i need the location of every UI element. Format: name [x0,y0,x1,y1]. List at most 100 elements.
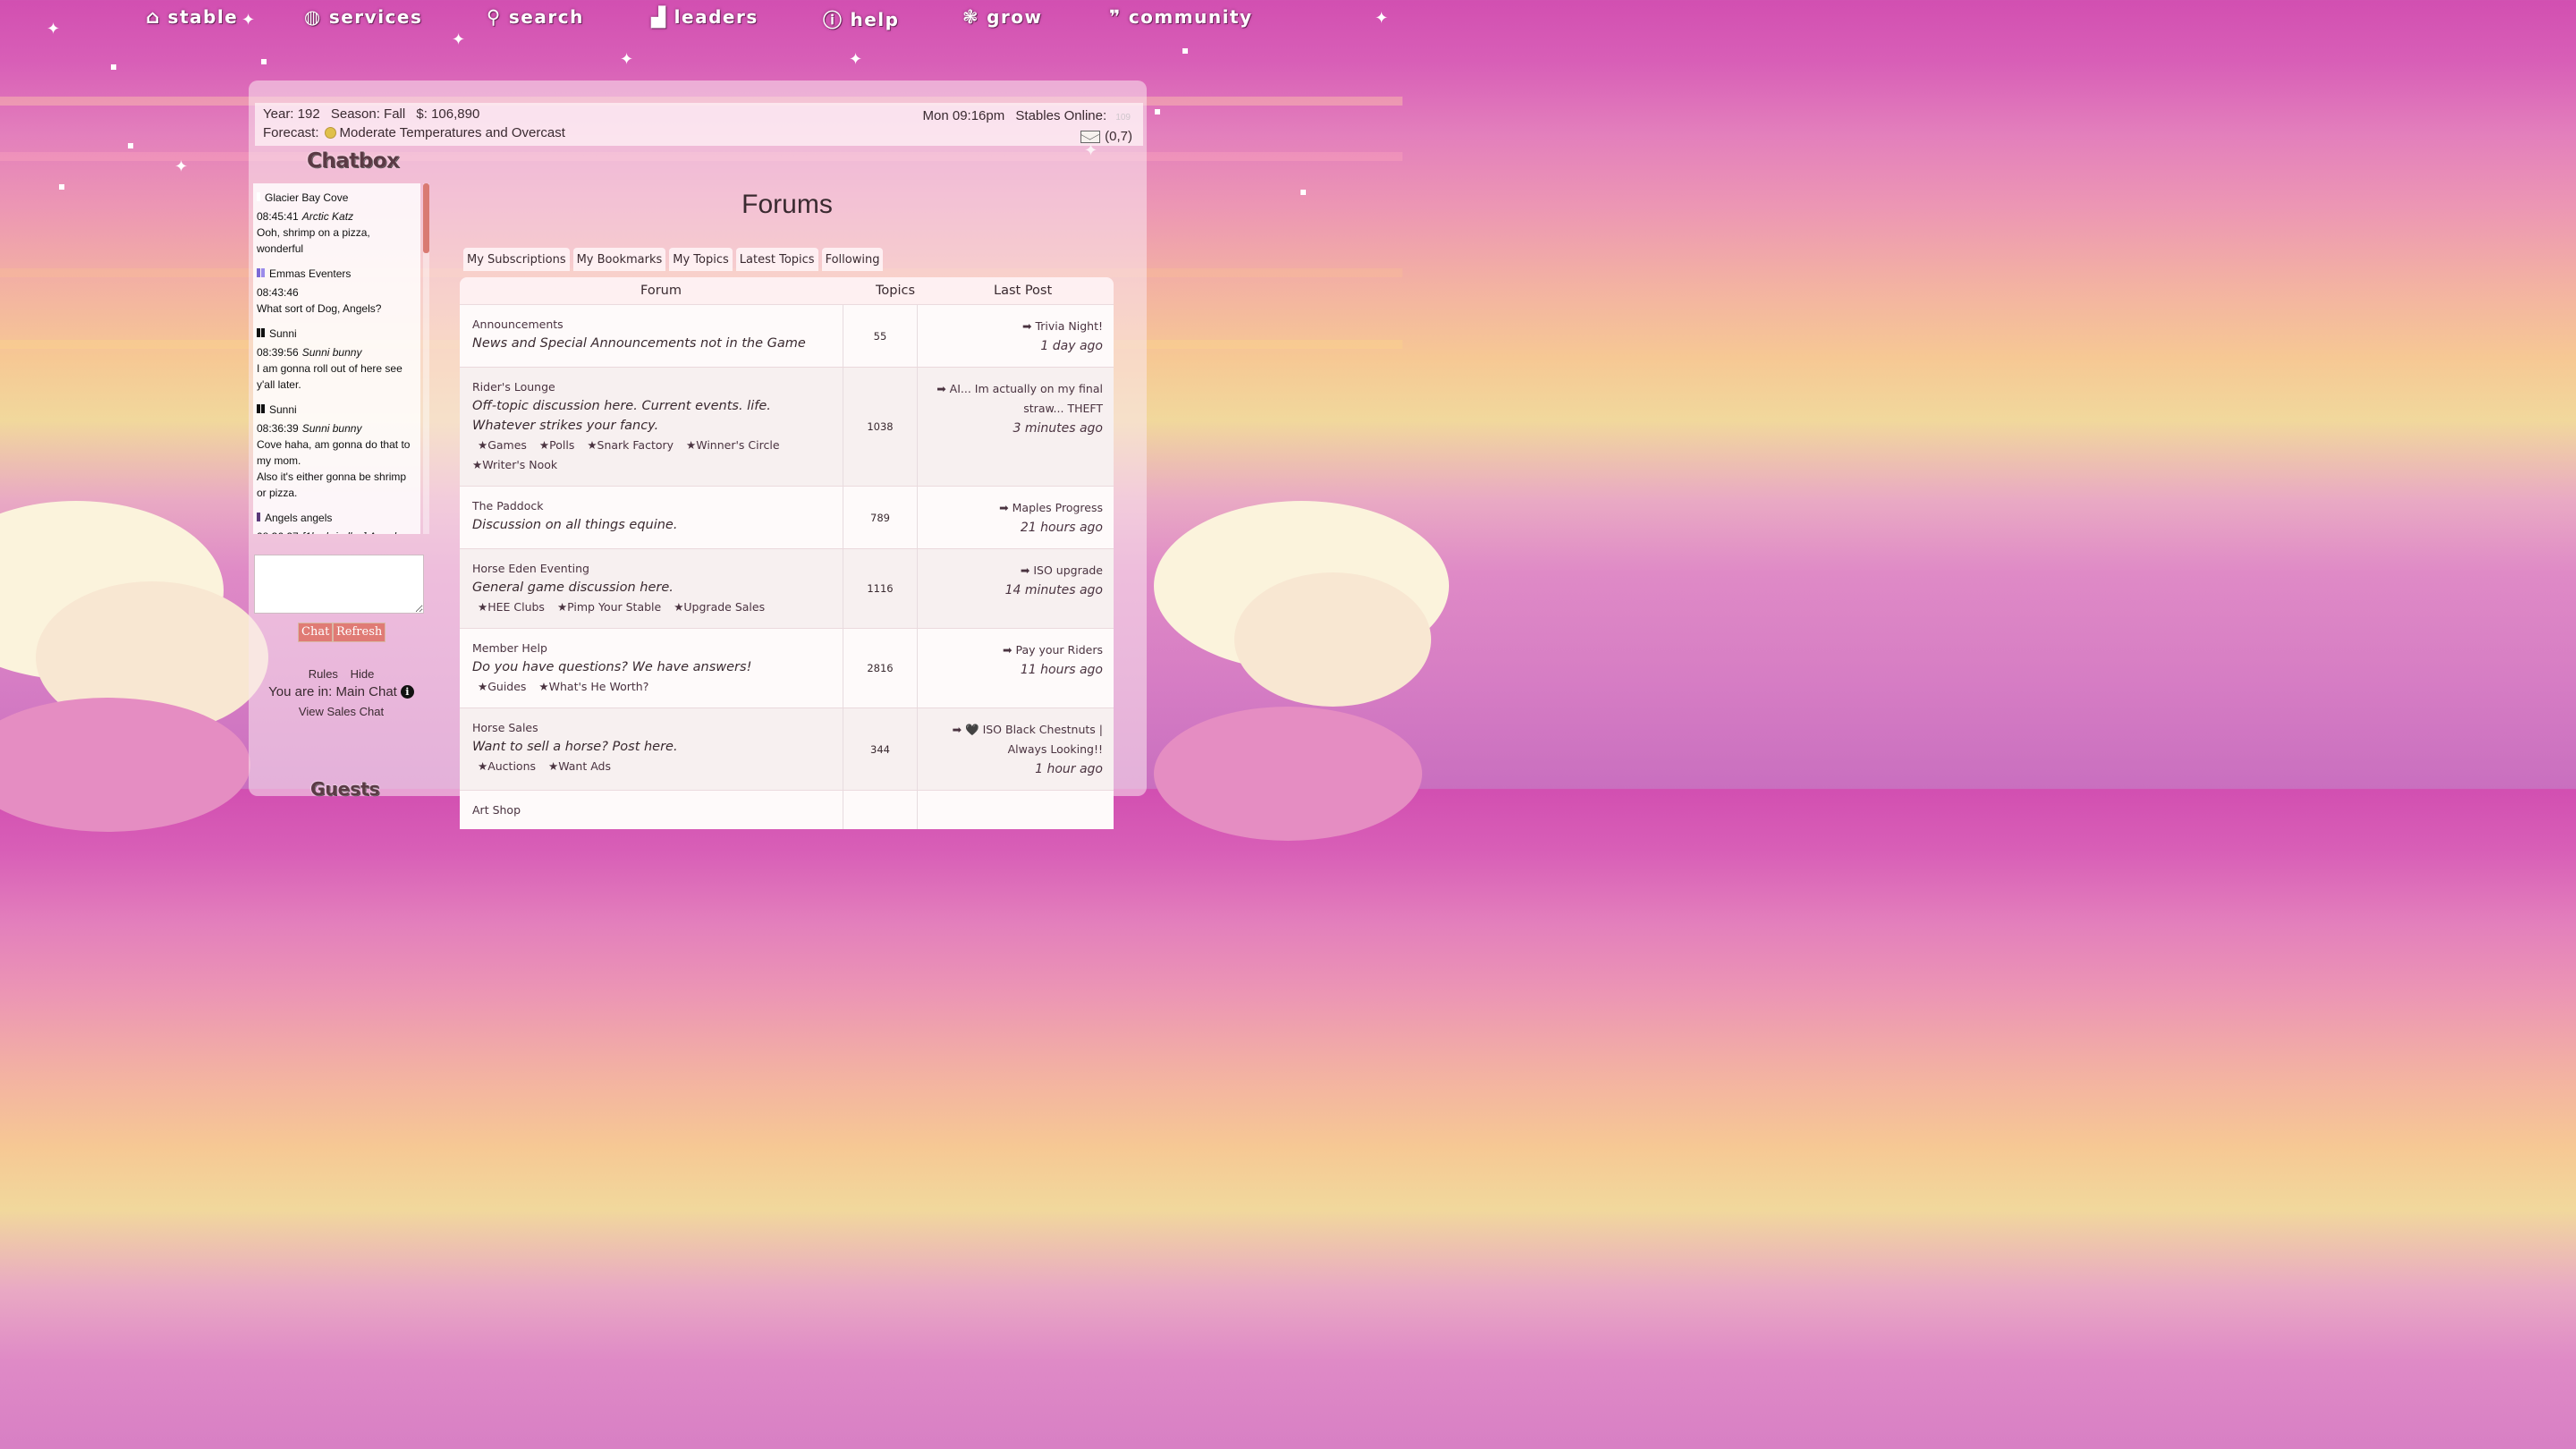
forum-row: The Paddock Discussion on all things equi… [460,486,1114,548]
table-header: Forum Topics Last Post [460,277,1114,304]
info-icon: ⓘ [823,10,843,31]
top-nav: ⌂ stable ◍ services ⚲ search ▟ leaders ⓘ… [0,0,1402,39]
subforum-link[interactable]: ★Games [478,438,527,452]
stable-flag-icon [257,266,266,282]
rules-link[interactable]: Rules [309,667,338,681]
last-post-link[interactable]: ➡ Pay your Riders [927,640,1103,660]
subforum-link[interactable]: ★Guides [478,680,526,693]
chat-text: Cove haha, am gonna do that to my mom. A… [257,438,411,499]
chat-author[interactable]: Angels angels [257,510,417,526]
forum-name-link[interactable]: Horse Sales [472,720,830,736]
subforum-list: ★HEE Clubs ★Pimp Your Stable ★Upgrade Sa… [472,597,830,617]
chat-timestamp: 08:39:56 Sunni bunny [257,344,417,360]
last-post-link[interactable]: ➡ Trivia Night! [927,317,1103,336]
subforum-link[interactable]: ★Snark Factory [587,438,674,452]
forecast: Forecast: Moderate Temperatures and Over… [263,125,565,140]
info-icon[interactable]: i [400,685,414,699]
last-post-link[interactable]: ➡ AI... Im actually on my final straw...… [927,379,1103,419]
year-label: Year: 192 [263,106,320,122]
chat-timestamp: 08:45:41 Arctic Katz [257,208,417,225]
chat-message: Emmas Eventers 08:43:46 What sort of Dog, … [253,266,420,326]
chat-author[interactable]: Emmas Eventers [257,266,417,282]
subforum-link[interactable]: ★Pimp Your Stable [557,600,661,614]
server-info: Mon 09:16pm Stables Online: 109 [923,108,1131,123]
chat-message: Sunni 08:39:56 Sunni bunny I am gonna roll … [253,326,420,402]
nav-label: leaders [674,6,758,28]
subforum-link[interactable]: ★Want Ads [548,759,611,773]
chat-input[interactable] [254,555,424,614]
nav-leaders[interactable]: ▟ leaders [651,6,758,28]
stable-flag-icon [257,510,261,526]
season-label: Season: Fall [330,106,406,122]
flower-icon: ❃ [962,6,980,28]
tab-following[interactable]: Following [821,248,884,271]
subforum-link[interactable]: ★HEE Clubs [478,600,545,614]
last-post-time: 3 minutes ago [1013,421,1103,436]
chat-scrollbar[interactable] [423,183,429,534]
subforum-link[interactable]: ★What's He Worth? [538,680,648,693]
stables-online-label: Stables Online: [1015,108,1107,123]
chat-messages[interactable]: Glacier Bay Cove 08:45:41 Arctic Katz Ooh, … [253,183,420,534]
nav-stable[interactable]: ⌂ stable [146,6,238,28]
mail-count: (0,7) [1105,129,1132,144]
chat-author[interactable]: Sunni [257,326,417,342]
nav-services[interactable]: ◍ services [304,6,422,28]
scrollbar-thumb[interactable] [423,183,429,253]
chat-author[interactable]: Glacier Bay Cove [257,190,417,206]
tab-my-bookmarks[interactable]: My Bookmarks [572,248,666,271]
subforum-link[interactable]: ★Polls [539,438,574,452]
forum-name-link[interactable]: The Paddock [472,498,830,514]
forum-info-cell: Rider's Lounge Off-topic discussion here.… [460,368,843,486]
subforum-link[interactable]: ★Auctions [478,759,536,773]
subforum-link[interactable]: ★Writer's Nook [472,458,557,471]
forum-description: News and Special Announcements not in th… [472,336,806,351]
last-post-link[interactable]: ➡ ISO upgrade [927,561,1103,580]
tab-latest-topics[interactable]: Latest Topics [735,248,818,271]
sparkle [1182,48,1188,54]
topic-count: 789 [843,487,918,548]
view-sales-chat-link[interactable]: View Sales Chat [253,705,429,718]
chat-author[interactable]: Sunni [257,402,417,418]
game-stats: Year: 192 Season: Fall $: 106,890 [263,106,487,122]
forum-tabs: My Subscriptions My Bookmarks My Topics … [463,248,884,271]
forum-name-link[interactable]: Announcements [472,317,830,333]
forum-name-link[interactable]: Rider's Lounge [472,379,830,395]
forum-name-link[interactable]: Member Help [472,640,830,657]
refresh-button[interactable]: Refresh [333,623,386,642]
sparkle: ✦ [620,50,634,69]
sparkle [59,184,64,190]
column-header-forum: Forum [640,284,682,298]
chat-username: Emmas Eventers [269,267,352,280]
forecast-label: Forecast: [263,125,319,140]
nav-help[interactable]: ⓘ help [823,6,899,33]
last-post-link[interactable]: ➡ 🖤 ISO Black Chestnuts | Always Looking… [927,720,1103,759]
chatbox-title: Chatbox [307,149,400,173]
cloud [1234,572,1431,707]
nav-label: stable [167,6,239,28]
nav-label: services [328,6,423,28]
sparkle: ✦ [174,157,189,176]
nav-grow[interactable]: ❃ grow [962,6,1043,28]
nav-search[interactable]: ⚲ search [487,6,584,28]
stables-online-count[interactable]: 109 [1115,113,1131,123]
mail-link[interactable]: (0,7) [1080,129,1132,144]
forecast-text: Moderate Temperatures and Overcast [339,125,565,140]
tab-my-topics[interactable]: My Topics [669,248,733,271]
subforum-link[interactable]: ★Upgrade Sales [674,600,765,614]
subforum-link[interactable]: ★Winner's Circle [686,438,779,452]
chat-alias: Sunni bunny [301,422,362,435]
chat-links: Rules Hide You are in: Main Chat i View … [253,667,429,718]
page-title: Forums [741,190,833,219]
nav-community[interactable]: ❞ community [1109,6,1253,28]
forum-name-link[interactable]: Horse Eden Eventing [472,561,830,577]
hide-link[interactable]: Hide [351,667,375,681]
last-post-link[interactable]: ➡ Maples Progress [927,498,1103,518]
chat-text: Ooh, shrimp on a pizza, wonderful [257,226,370,255]
tab-my-subscriptions[interactable]: My Subscriptions [463,248,570,271]
game-time: Mon 09:16pm [922,108,1005,123]
forum-name-link[interactable]: Art Shop [472,802,830,818]
topic-count: 1038 [843,368,918,486]
chat-button[interactable]: Chat [298,623,334,642]
subforum-list: ★Games ★Polls ★Snark Factory ★Winner's C… [472,436,830,475]
forum-row: Announcements News and Special Announceme… [460,304,1114,367]
